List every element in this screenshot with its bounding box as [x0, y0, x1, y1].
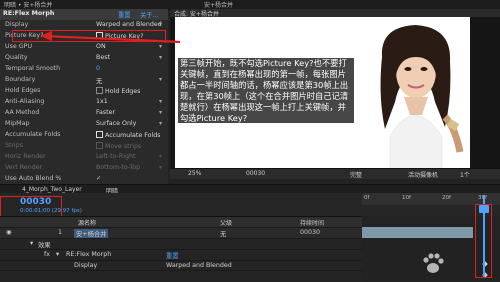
- checkbox-icon: [96, 87, 103, 94]
- column-parent[interactable]: 父级: [220, 218, 232, 227]
- param-label: Quality: [5, 54, 28, 61]
- param-label: MipMap: [5, 120, 30, 127]
- param-label: Vert Render: [5, 164, 43, 171]
- layer-name[interactable]: 安+杨合并: [74, 229, 109, 238]
- display-row-value[interactable]: Warped and Blended: [166, 262, 232, 269]
- layer-row-empty: [0, 270, 362, 282]
- viewer-tab-bar: 合成: 安+杨合并: [170, 9, 500, 18]
- reset-link[interactable]: 重置: [118, 10, 131, 19]
- tab-morph-two-layer[interactable]: 4_Morph_Two_Layer: [22, 186, 82, 193]
- accumulate-folds-checkbox[interactable]: Accumulate Folds: [96, 131, 160, 139]
- param-hold-edges[interactable]: Hold Edges Hold Edges: [0, 86, 168, 97]
- aa-method-dropdown[interactable]: Faster: [96, 109, 115, 116]
- ruler-tick: 0f: [364, 195, 370, 201]
- param-vert-render[interactable]: Vert Render Bottom-to-Top ▾: [0, 163, 168, 174]
- ruler-tick: 20f: [442, 195, 451, 201]
- keyframe-highlight: [475, 204, 492, 278]
- chevron-down-icon: ▾: [158, 120, 162, 127]
- views-dropdown[interactable]: 1个: [460, 170, 470, 179]
- viewer-timecode[interactable]: 00030: [246, 170, 265, 177]
- param-label: Hold Edges: [5, 87, 41, 94]
- aa-dropdown[interactable]: 1x1: [96, 98, 108, 105]
- effect-name: RE:Flex Morph: [3, 10, 55, 17]
- param-label: Horiz Render: [5, 153, 46, 160]
- param-label: Display: [5, 21, 29, 28]
- timecode-highlight: [0, 196, 62, 218]
- chevron-down-icon: ▾: [158, 76, 162, 83]
- layer-parent[interactable]: 无: [220, 229, 226, 238]
- layer-duration-bar[interactable]: [362, 227, 473, 238]
- param-label: Use GPU: [5, 43, 33, 50]
- strips-checkbox[interactable]: Move strips: [96, 142, 141, 150]
- composition-tab[interactable]: 安+杨合并: [204, 0, 233, 9]
- layer-column-header: 源名称 父级 持续时间: [0, 216, 362, 227]
- checkbox-label: Move strips: [105, 143, 142, 150]
- column-source-name[interactable]: 源名称: [78, 218, 96, 227]
- about-link[interactable]: 关于...: [140, 10, 159, 19]
- param-auto-blend[interactable]: Use Auto Blend % ✓: [0, 174, 168, 184]
- effect-row-name: RE:Flex Morph: [66, 251, 112, 258]
- chevron-down-icon: ▾: [158, 98, 162, 105]
- boundary-dropdown[interactable]: 无: [96, 76, 102, 85]
- eye-icon[interactable]: ◉: [6, 229, 12, 236]
- param-horiz-render[interactable]: Horiz Render Left-to-Right ▾: [0, 152, 168, 163]
- chevron-down-icon: ▾: [158, 164, 162, 171]
- checkbox-icon: [96, 142, 103, 149]
- zoom-dropdown[interactable]: 25%: [188, 170, 201, 177]
- paw-watermark-icon: [423, 253, 444, 273]
- checkbox-label: Hold Edges: [105, 88, 141, 95]
- ruler-tick: 10f: [402, 195, 411, 201]
- chevron-down-icon: ▾: [158, 109, 162, 116]
- param-mipmap[interactable]: MipMap Surface Only ▾: [0, 119, 168, 130]
- expand-arrow-icon[interactable]: ▾: [30, 240, 33, 247]
- effect-reset-link[interactable]: 重置: [166, 251, 179, 260]
- column-duration[interactable]: 持续时间: [300, 218, 324, 227]
- param-label: Strips: [5, 142, 24, 149]
- param-temporal-smooth[interactable]: Temporal Smooth 0: [0, 64, 168, 75]
- param-label: Temporal Smooth: [5, 65, 61, 72]
- effects-label: 效果: [38, 242, 51, 249]
- vert-render-dropdown[interactable]: Bottom-to-Top: [96, 164, 140, 171]
- param-anti-aliasing[interactable]: Anti-Aliasing 1x1 ▾: [0, 97, 168, 108]
- temporal-smooth-value[interactable]: 0: [96, 65, 100, 72]
- quality-dropdown[interactable]: 完整: [350, 170, 362, 179]
- param-label: Boundary: [5, 76, 36, 83]
- param-label: Accumulate Folds: [5, 131, 61, 138]
- effect-header-row[interactable]: RE:Flex Morph 重置 关于...: [0, 9, 168, 20]
- viewer-toolbar: 25% 00030 完整 活动摄像机 1个: [170, 168, 500, 179]
- param-label: Anti-Aliasing: [5, 98, 45, 105]
- hold-edges-checkbox[interactable]: Hold Edges: [96, 87, 140, 95]
- red-arrow-icon: [40, 31, 181, 44]
- layer-index: 1: [58, 229, 63, 236]
- param-aa-method[interactable]: AA Method Faster ▾: [0, 108, 168, 119]
- param-label: AA Method: [5, 109, 40, 116]
- fx-icon[interactable]: fx: [44, 251, 50, 258]
- layer-duration: 00030: [300, 229, 321, 236]
- display-dropdown[interactable]: Warped and Blended: [96, 21, 162, 28]
- display-row-label: Display: [74, 262, 98, 269]
- chevron-down-icon: ▾: [158, 21, 162, 28]
- param-strips[interactable]: Strips Move strips: [0, 141, 168, 152]
- effect-controls-tab[interactable]: 明暗 • 安+杨合并: [4, 0, 52, 9]
- checkbox-label: Accumulate Folds: [105, 132, 161, 139]
- camera-dropdown[interactable]: 活动摄像机: [408, 170, 438, 179]
- mipmap-dropdown[interactable]: Surface Only: [96, 120, 136, 127]
- param-label: Use Auto Blend %: [5, 175, 62, 182]
- portrait-image: [360, 17, 470, 175]
- chevron-down-icon: ▾: [158, 153, 162, 160]
- param-accumulate-folds[interactable]: Accumulate Folds Accumulate Folds: [0, 130, 168, 141]
- expand-arrow-icon[interactable]: ▾: [56, 251, 59, 258]
- horiz-render-dropdown[interactable]: Left-to-Right: [96, 153, 135, 160]
- param-boundary[interactable]: Boundary 无 ▾: [0, 75, 168, 86]
- annotation-text: 第三帧开始，既不勾选Picture Key?也不要打关键帧，直到在杨幂出现的第一…: [178, 58, 354, 124]
- check-icon: [96, 131, 103, 138]
- auto-blend-checkbox[interactable]: ✓: [96, 175, 101, 182]
